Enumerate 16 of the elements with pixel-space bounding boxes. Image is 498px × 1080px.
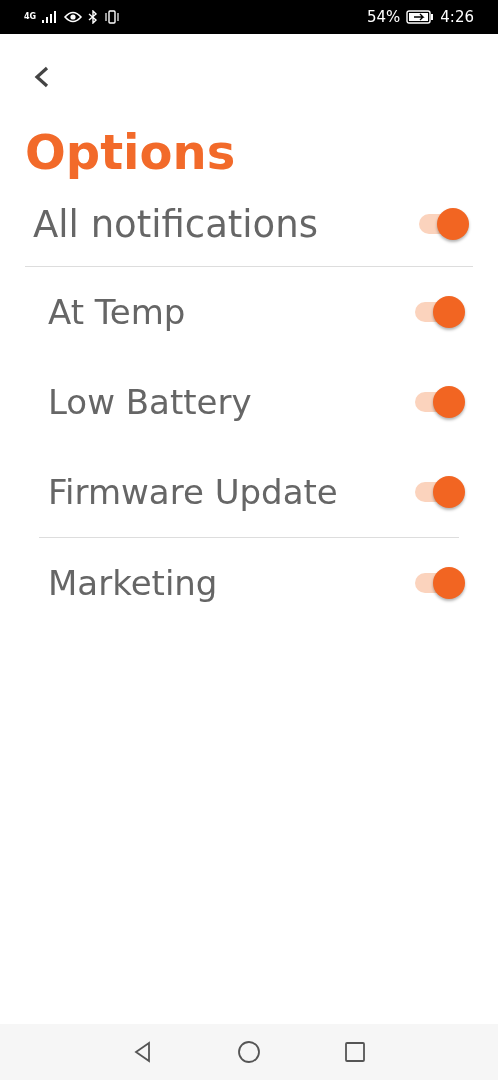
setting-label: All notifications [33, 202, 318, 246]
setting-label: Marketing [48, 563, 218, 603]
clock-time: 4:26 [440, 8, 474, 26]
eye-icon [64, 11, 83, 23]
network-type: 4G [24, 13, 37, 21]
vibrate-icon [104, 10, 121, 24]
home-icon[interactable] [237, 1040, 261, 1064]
battery-charging-icon [406, 10, 435, 24]
bluetooth-icon [88, 10, 99, 24]
battery-percent: 54% [366, 8, 401, 26]
page-title: Options [25, 123, 237, 182]
setting-label: At Temp [48, 292, 186, 332]
signal-icon [42, 11, 59, 23]
setting-label: Low Battery [48, 382, 252, 422]
recents-icon[interactable] [343, 1040, 367, 1064]
setting-label: Firmware Update [48, 472, 338, 512]
